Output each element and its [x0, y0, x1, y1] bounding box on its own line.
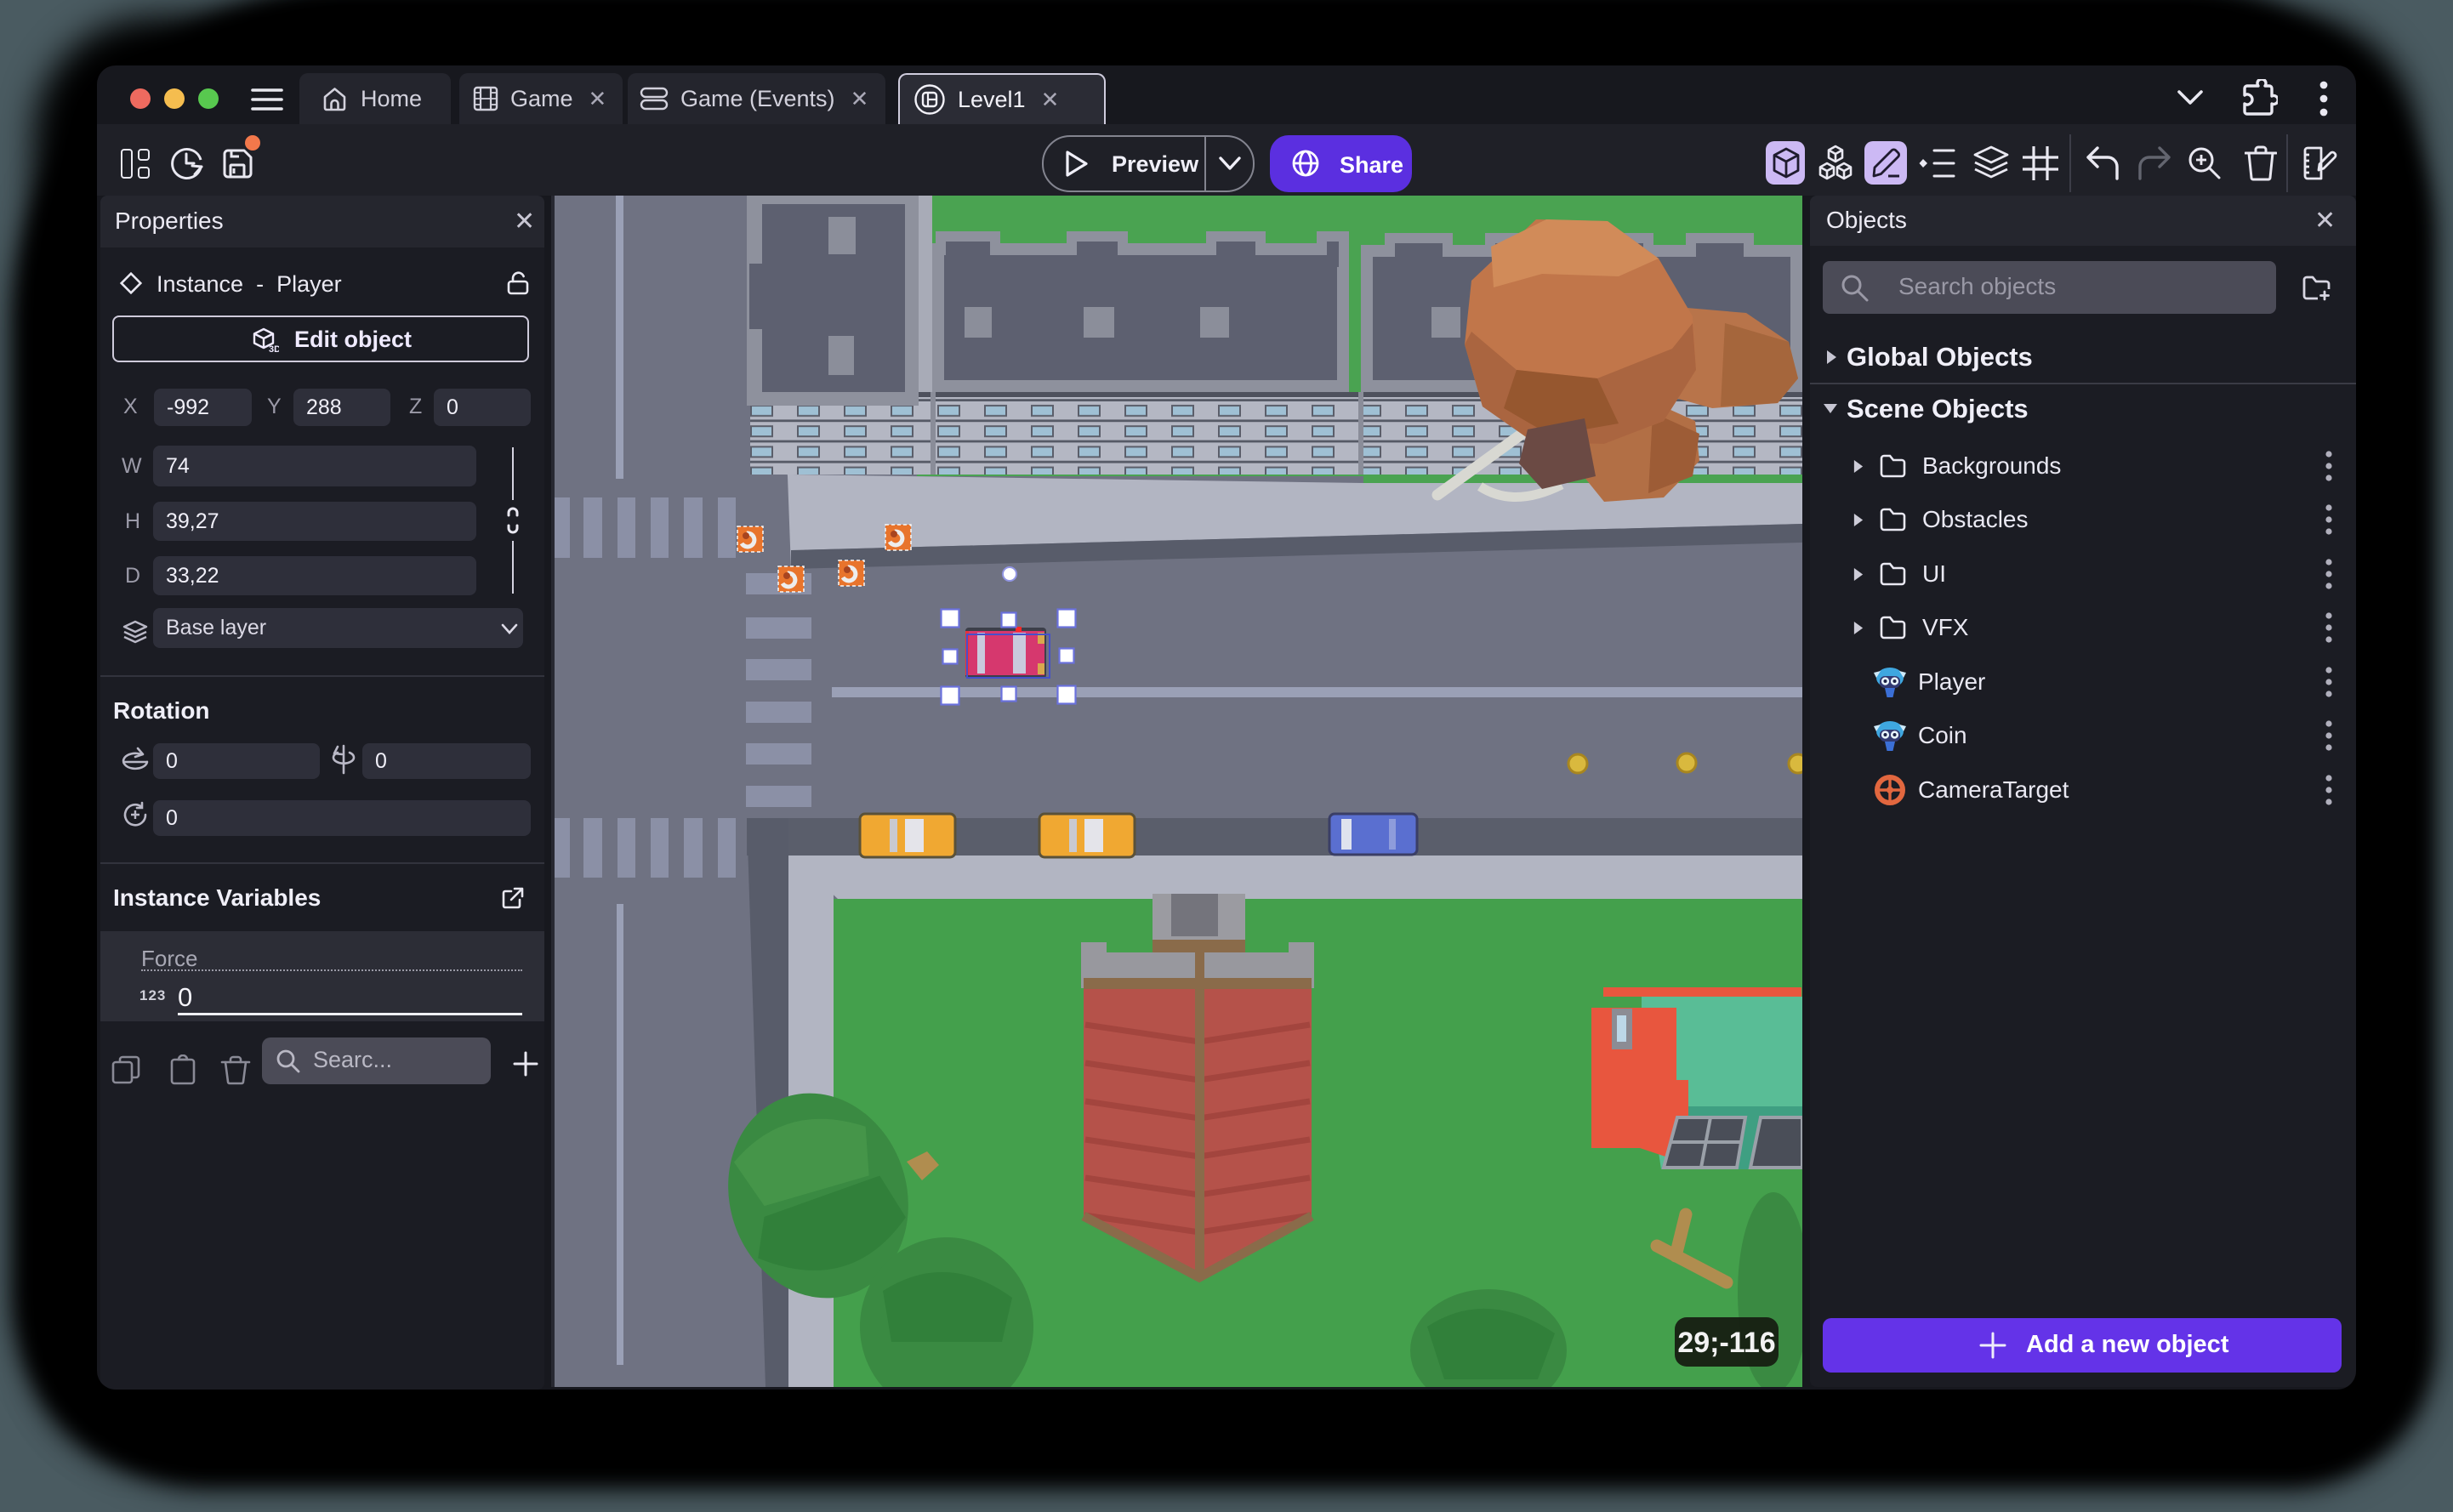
- svg-text:29;-116: 29;-116: [1677, 1327, 1775, 1359]
- svg-text:3D: 3D: [269, 344, 279, 354]
